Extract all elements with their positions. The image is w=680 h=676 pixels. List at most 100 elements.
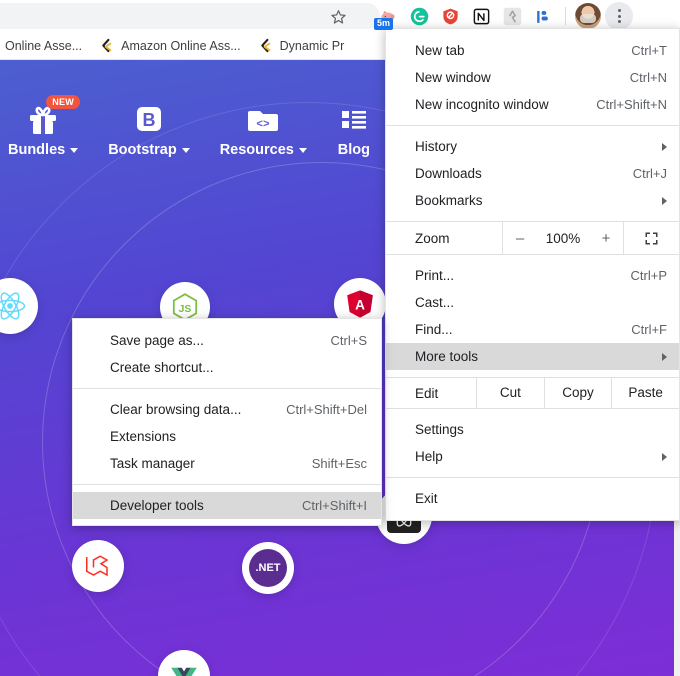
menu-item-new-incognito-window[interactable]: New incognito window Ctrl+Shift+N	[386, 91, 679, 118]
menu-item-settings[interactable]: Settings	[386, 416, 679, 443]
dotnet-logo-icon: .NET	[249, 549, 287, 587]
bookmark-item[interactable]: Online Asse...	[0, 34, 91, 58]
gift-icon: NEW	[26, 95, 81, 136]
nav-label: Resources	[220, 142, 307, 158]
menu-accel: Ctrl+F	[631, 322, 667, 337]
menu-accel: Ctrl+Shift+I	[301, 498, 367, 513]
grammarly-extension-icon[interactable]	[405, 2, 433, 30]
menu-label: History	[415, 139, 458, 154]
list-icon	[337, 102, 371, 136]
arrow-favicon	[260, 38, 270, 53]
menu-item-help[interactable]: Help	[386, 443, 679, 470]
menu-label: Bookmarks	[415, 193, 483, 208]
piggy-bank-badge: 5m	[374, 18, 394, 30]
menu-accel: Ctrl+Shift+Del	[286, 402, 367, 417]
menu-item-more-tools[interactable]: More tools	[386, 343, 679, 370]
bookmark-item[interactable]: Dynamic Pr	[250, 34, 354, 58]
vue-logo-icon	[171, 667, 197, 676]
react-logo-icon	[0, 292, 26, 320]
menu-accel: Ctrl+N	[629, 70, 667, 85]
notion-web-clipper-icon[interactable]	[467, 2, 495, 30]
bubble-laravel-logo[interactable]	[72, 540, 124, 592]
code-folder-icon: <>	[246, 102, 280, 136]
bubble-dotnet-logo[interactable]: .NET	[242, 542, 294, 594]
menu-separator	[386, 125, 679, 126]
zoom-out-button[interactable]: –	[503, 230, 537, 247]
menu-zoom-row: Zoom – 100% +	[386, 221, 679, 255]
generic-extension-icon[interactable]	[498, 2, 526, 30]
submenu-item-save-page-as[interactable]: Save page as... Ctrl+S	[73, 327, 381, 354]
zoom-value: 100%	[545, 230, 581, 246]
bookmark-label: Online Asse...	[5, 38, 83, 53]
paste-button[interactable]: Paste	[611, 377, 679, 409]
new-badge: NEW	[46, 95, 81, 109]
submenu-item-clear-browsing-data[interactable]: Clear browsing data... Ctrl+Shift+Del	[73, 396, 381, 423]
menu-accel: Ctrl+J	[632, 166, 667, 181]
submenu-item-developer-tools[interactable]: Developer tools Ctrl+Shift+I	[73, 492, 381, 519]
screenshot-root: NEW Bundles B Bootstrap <> Resources Blo…	[0, 0, 680, 676]
nav-label: Bundles	[8, 142, 79, 158]
menu-accel: Ctrl+P	[630, 268, 667, 283]
nav-label: Bootstrap	[108, 142, 190, 158]
menu-label: Cast...	[415, 295, 455, 310]
toolbar-divider	[565, 7, 566, 25]
chrome-menu-button[interactable]	[605, 2, 633, 30]
menu-item-find[interactable]: Find... Ctrl+F	[386, 316, 679, 343]
nav-item-blog[interactable]: Blog	[337, 102, 371, 170]
menu-item-bookmarks[interactable]: Bookmarks	[386, 187, 679, 214]
svg-text:B: B	[142, 110, 155, 130]
omnibox[interactable]	[0, 3, 380, 29]
submenu-separator	[73, 484, 381, 485]
submenu-item-extensions[interactable]: Extensions	[73, 423, 381, 450]
bookmark-label: Amazon Online Ass...	[121, 38, 241, 53]
submenu-separator	[73, 388, 381, 389]
submenu-item-task-manager[interactable]: Task manager Shift+Esc	[73, 450, 381, 477]
svg-text:<>: <>	[257, 119, 271, 131]
laravel-logo-icon	[86, 555, 109, 577]
menu-accel: Shift+Esc	[311, 456, 367, 471]
star-bookmark-icon[interactable]	[326, 5, 350, 29]
menu-label: Print...	[415, 268, 455, 283]
copy-button[interactable]: Copy	[543, 377, 612, 409]
chevron-right-icon	[662, 352, 667, 361]
fullscreen-button[interactable]	[623, 221, 679, 255]
menu-item-exit[interactable]: Exit	[386, 485, 679, 512]
avatar[interactable]	[574, 2, 602, 30]
menu-item-print[interactable]: Print... Ctrl+P	[386, 262, 679, 289]
submenu-item-create-shortcut[interactable]: Create shortcut...	[73, 354, 381, 381]
nav-item-bootstrap[interactable]: B Bootstrap	[108, 102, 190, 170]
menu-label: Task manager	[110, 456, 195, 471]
menu-separator	[386, 477, 679, 478]
menu-label: Clear browsing data...	[110, 402, 242, 417]
profile-avatar-image	[575, 3, 601, 29]
fullscreen-icon	[645, 232, 658, 244]
bookmark-item[interactable]: Amazon Online Ass...	[91, 34, 250, 58]
chevron-down-icon	[181, 147, 190, 153]
zoom-in-button[interactable]: +	[589, 230, 623, 247]
chevron-right-icon	[662, 142, 667, 151]
shield-adblock-extension-icon[interactable]	[436, 2, 464, 30]
nav-item-resources[interactable]: <> Resources	[220, 102, 307, 170]
bar-chart-extension-icon[interactable]	[529, 2, 557, 30]
nav-item-bundles[interactable]: NEW Bundles	[8, 95, 81, 170]
menu-item-new-window[interactable]: New window Ctrl+N	[386, 64, 679, 91]
menu-accel: Ctrl+T	[631, 43, 667, 58]
bootstrap-b-icon: B	[132, 102, 166, 136]
nav-label: Blog	[337, 142, 370, 158]
menu-label: New tab	[415, 43, 465, 58]
cut-button[interactable]: Cut	[476, 377, 544, 409]
bookmark-label: Dynamic Pr	[279, 38, 345, 53]
more-tools-submenu: Save page as... Ctrl+S Create shortcut..…	[72, 318, 382, 526]
menu-label: Create shortcut...	[110, 360, 214, 375]
piggy-bank-extension-icon[interactable]: 5m	[374, 2, 402, 30]
menu-item-cast[interactable]: Cast...	[386, 289, 679, 316]
arrow-favicon	[102, 38, 112, 53]
menu-item-history[interactable]: History	[386, 133, 679, 160]
chevron-right-icon	[662, 452, 667, 461]
menu-label: New window	[415, 70, 491, 85]
menu-item-new-tab[interactable]: New tab Ctrl+T	[386, 37, 679, 64]
menu-label: Exit	[415, 491, 438, 506]
menu-label: Extensions	[110, 429, 177, 444]
edit-label: Edit	[415, 385, 439, 401]
menu-item-downloads[interactable]: Downloads Ctrl+J	[386, 160, 679, 187]
